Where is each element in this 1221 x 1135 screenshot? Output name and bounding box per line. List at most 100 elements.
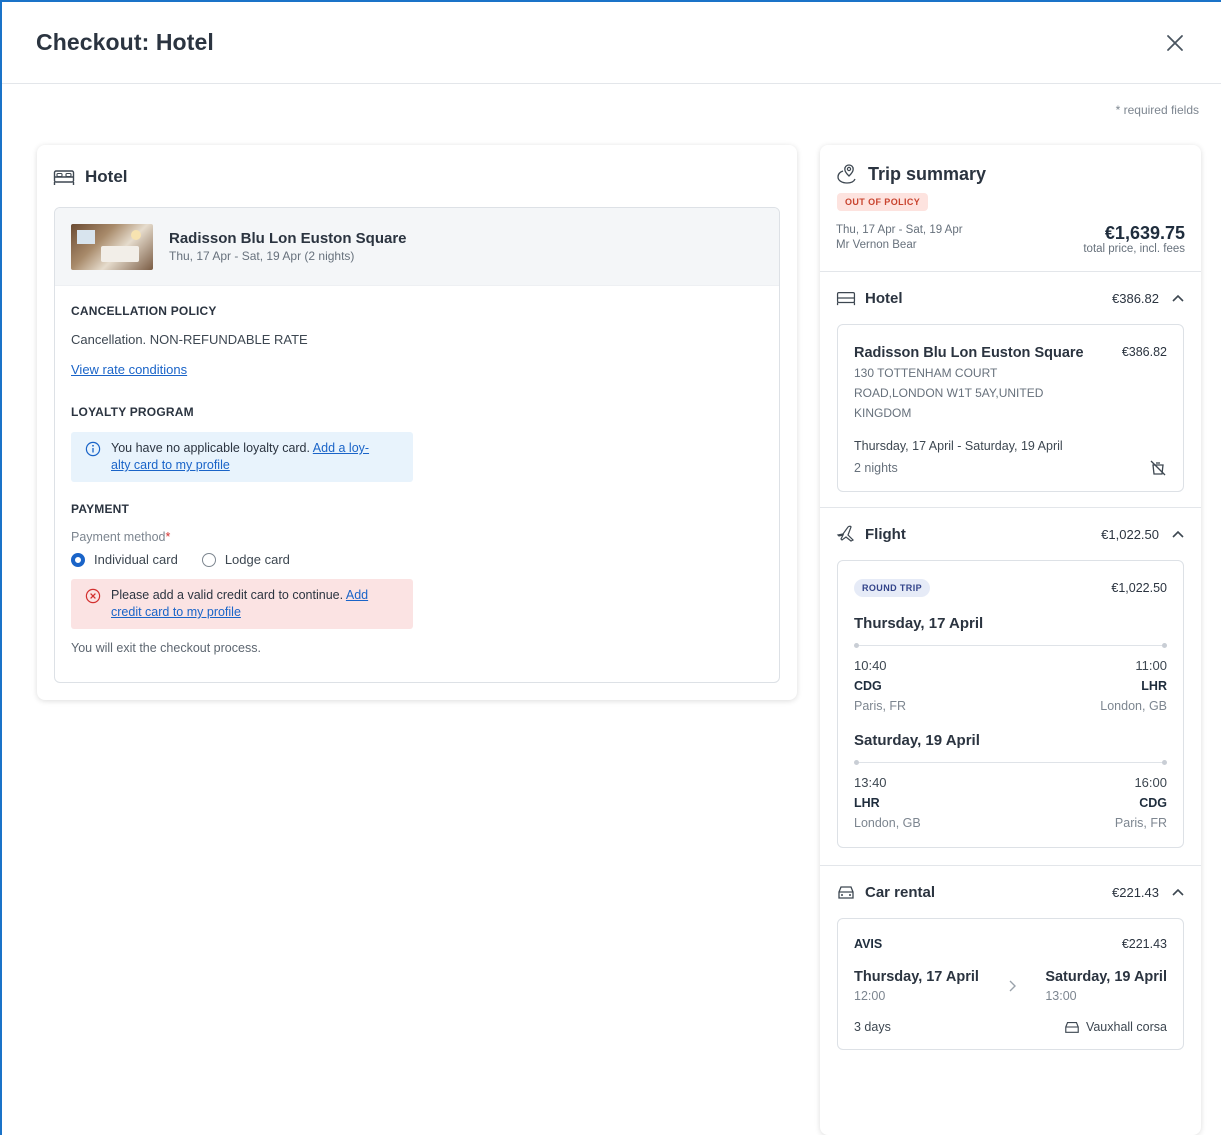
return-arr-city: Paris, FR bbox=[1114, 816, 1167, 830]
add-loyalty-card-link[interactable]: Add a loy- bbox=[313, 441, 369, 455]
no-cancellation-icon bbox=[1150, 460, 1166, 476]
chevron-up-icon[interactable] bbox=[1171, 529, 1185, 539]
info-icon bbox=[85, 441, 101, 457]
radio-selected-indicator bbox=[71, 552, 85, 567]
return-dep-time: 13:40 bbox=[854, 775, 887, 790]
radio-lodge-card[interactable]: Lodge card bbox=[201, 552, 290, 567]
loyalty-info-box: You have no applicable loyalty card. Add… bbox=[71, 432, 413, 482]
summary-hotel-name: Radisson Blu Lon Euston Square bbox=[854, 345, 1084, 361]
close-icon bbox=[1167, 34, 1183, 51]
outbound-day: Thursday, 17 April bbox=[854, 615, 984, 632]
car-dropoff-day: Saturday, 19 April bbox=[1045, 969, 1167, 985]
hotel-address-line2: ROAD,LONDON W1T 5AY,UNITED bbox=[854, 386, 1044, 400]
summary-flight-price: €1,022.50 bbox=[1111, 581, 1167, 595]
summary-car-header[interactable]: Car rental €221.43 bbox=[820, 866, 1201, 918]
traveler-name: Mr Vernon Bear bbox=[836, 239, 917, 251]
chevron-up-icon[interactable] bbox=[1171, 293, 1185, 303]
summary-car-box: AVIS €221.43 Thursday, 17 April 12:00 Sa… bbox=[837, 918, 1184, 1050]
summary-flight-box: ROUND TRIP €1,022.50 Thursday, 17 April … bbox=[837, 560, 1184, 848]
chevron-up-icon[interactable] bbox=[1171, 887, 1185, 897]
hotel-address-line1: 130 TOTTENHAM COURT bbox=[854, 366, 998, 380]
hotel-name: Radisson Blu Lon Euston Square bbox=[169, 230, 407, 247]
summary-hotel-header[interactable]: Hotel €386.82 bbox=[820, 272, 1201, 324]
total-price-note: total price, incl. fees bbox=[1083, 243, 1185, 255]
outbound-leg: 10:40 CDG Paris, FR 11:00 LHR London, GB bbox=[854, 656, 1167, 716]
car-model: Vauxhall corsa bbox=[1085, 1020, 1167, 1034]
summary-hotel-label: Hotel bbox=[865, 289, 903, 307]
return-dep-code: LHR bbox=[854, 796, 880, 810]
loyalty-text: You have no applicable loyalty card. bbox=[111, 441, 310, 455]
hotel-card-header: Hotel bbox=[37, 145, 797, 189]
error-icon bbox=[85, 588, 101, 604]
chevron-right-icon bbox=[1009, 980, 1017, 992]
map-pin-icon bbox=[837, 164, 856, 184]
hotel-stay-dates: Thursday, 17 April - Saturday, 19 April bbox=[854, 439, 1063, 453]
car-duration: 3 days bbox=[854, 1020, 891, 1034]
outbound-arr-time: 11:00 bbox=[1135, 658, 1167, 673]
outbound-dep-code: CDG bbox=[854, 679, 882, 693]
trip-dates: Thu, 17 Apr - Sat, 19 Apr bbox=[836, 224, 963, 236]
return-timeline bbox=[854, 757, 1167, 767]
round-trip-badge: ROUND TRIP bbox=[854, 579, 930, 597]
hotel-summary-row: Radisson Blu Lon Euston Square Thu, 17 A… bbox=[55, 208, 779, 286]
outbound-dep-time: 10:40 bbox=[854, 658, 887, 673]
car-model-icon bbox=[1065, 1021, 1079, 1033]
outbound-arr-city: London, GB bbox=[1100, 699, 1167, 713]
summary-hotel-price: €386.82 bbox=[1121, 345, 1167, 359]
payment-method-label: Payment method* bbox=[71, 530, 171, 544]
radio-individual-card[interactable]: Individual card bbox=[71, 552, 178, 567]
car-price: €221.43 bbox=[1121, 937, 1167, 951]
total-price: €1,639.75 bbox=[1104, 223, 1185, 243]
car-pickup-time: 12:00 bbox=[854, 989, 886, 1003]
summary-flight-amount: €1,022.50 bbox=[1101, 526, 1159, 542]
radio-lodge-label: Lodge card bbox=[224, 552, 290, 567]
hotel-address-line3: KINGDOM bbox=[854, 406, 912, 420]
summary-flight-label: Flight bbox=[865, 525, 906, 543]
add-loyalty-card-link-cont[interactable]: alty card to my profile bbox=[111, 458, 230, 472]
hotel-nights: 2 nights bbox=[854, 461, 898, 475]
payment-title: PAYMENT bbox=[71, 502, 130, 516]
hotel-card-title: Hotel bbox=[85, 167, 128, 186]
view-rate-conditions-link[interactable]: View rate conditions bbox=[71, 362, 187, 377]
hotel-dates: Thu, 17 Apr - Sat, 19 Apr (2 nights) bbox=[169, 249, 355, 263]
loyalty-title: LOYALTY PROGRAM bbox=[71, 405, 194, 419]
summary-car-amount: €221.43 bbox=[1112, 884, 1159, 900]
summary-car-label: Car rental bbox=[865, 883, 936, 901]
bed-icon bbox=[836, 292, 856, 306]
return-dep-city: London, GB bbox=[854, 816, 921, 830]
modal-title: Checkout: Hotel bbox=[36, 29, 214, 55]
hotel-details-box: Radisson Blu Lon Euston Square Thu, 17 A… bbox=[54, 207, 780, 683]
radio-individual-label: Individual card bbox=[94, 552, 178, 567]
car-pickup-day: Thursday, 17 April bbox=[854, 969, 979, 985]
return-arr-time: 16:00 bbox=[1134, 775, 1167, 790]
bed-icon bbox=[53, 170, 75, 185]
modal-header: Checkout: Hotel bbox=[2, 2, 1221, 84]
car-icon bbox=[838, 886, 854, 899]
hotel-card: Hotel Radisson Blu Lon Euston Square Thu… bbox=[37, 145, 797, 700]
close-button[interactable] bbox=[1163, 31, 1187, 55]
radio-unselected-indicator bbox=[201, 552, 216, 567]
hotel-photo bbox=[71, 223, 153, 270]
checkout-modal: Checkout: Hotel * required fields Hotel bbox=[0, 0, 1221, 1135]
summary-hotel-box: Radisson Blu Lon Euston Square €386.82 1… bbox=[837, 324, 1184, 492]
return-day: Saturday, 19 April bbox=[854, 732, 980, 749]
payment-error-box: Please add a valid credit card to contin… bbox=[71, 579, 413, 629]
summary-hotel-amount: €386.82 bbox=[1112, 290, 1159, 306]
trip-summary-card: Trip summary OUT OF POLICY Thu, 17 Apr -… bbox=[820, 145, 1201, 1135]
outbound-timeline bbox=[854, 640, 1167, 650]
car-vendor: AVIS bbox=[854, 937, 883, 951]
required-fields-note: * required fields bbox=[1115, 103, 1199, 117]
payment-error-text: Please add a valid credit card to contin… bbox=[111, 588, 344, 602]
plane-icon bbox=[836, 525, 855, 542]
outbound-arr-code: LHR bbox=[1141, 679, 1167, 693]
car-dropoff-time: 13:00 bbox=[1045, 989, 1077, 1003]
add-credit-card-link-cont[interactable]: credit card to my profile bbox=[111, 605, 241, 619]
summary-flight-header[interactable]: Flight €1,022.50 bbox=[820, 508, 1201, 560]
return-arr-code: CDG bbox=[1139, 796, 1167, 810]
add-credit-card-link[interactable]: Add bbox=[346, 588, 368, 602]
exit-note: You will exit the checkout process. bbox=[71, 641, 261, 655]
return-leg: 13:40 LHR London, GB 16:00 CDG Paris, FR bbox=[854, 773, 1167, 833]
trip-summary-title: Trip summary bbox=[868, 163, 987, 184]
cancellation-title: CANCELLATION POLICY bbox=[71, 304, 217, 318]
outbound-dep-city: Paris, FR bbox=[854, 699, 907, 713]
